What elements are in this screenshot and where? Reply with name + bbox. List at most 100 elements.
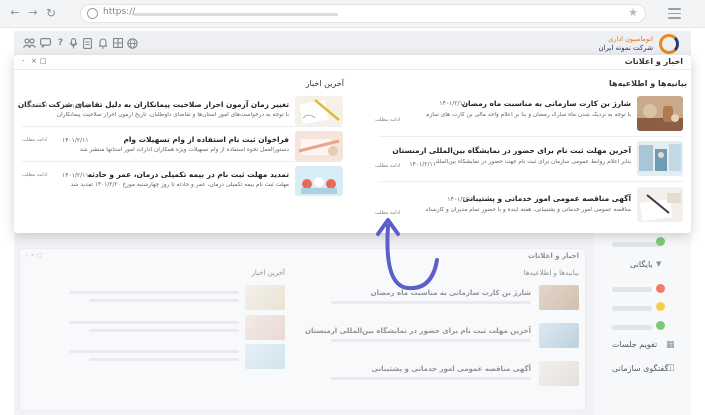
brand-name: شرکت نمونه ایران <box>598 44 653 52</box>
news-date: ۱۴۰۱/۲/۱۱ <box>62 103 89 110</box>
calendar-icon[interactable]: ▦ <box>666 340 675 350</box>
faded-desc-bar <box>69 321 239 324</box>
sidebar-placeholder-bar <box>612 287 652 292</box>
read-more-link[interactable]: ادامه مطلب <box>22 172 47 178</box>
announcement-thumb-3 <box>637 187 683 222</box>
read-more-link[interactable]: ادامه مطلب <box>22 103 47 109</box>
read-more-link[interactable]: ادامه مطلب <box>375 117 400 123</box>
url-prefix: https:// <box>103 7 136 17</box>
news-title[interactable]: فراخوان ثبت نام استفاده از وام تسهیلات و… <box>123 135 289 144</box>
browser-menu-icon[interactable] <box>668 8 681 22</box>
faded-thumb-1 <box>539 285 579 310</box>
company-logo-icon <box>659 34 679 54</box>
app-root: ← → ↻ https:// ★ ? اتوماسیون اداری شرکت … <box>0 0 705 415</box>
news-desc: با توجه به درخواست‌های امور استان‌ها و ت… <box>57 112 289 118</box>
faded-desc-bar <box>89 329 239 332</box>
news-title[interactable]: تغییر زمان آزمون احراز صلاحیت پیمانکاران… <box>18 100 289 109</box>
close-icon[interactable]: × <box>31 57 37 65</box>
faded-panel-title: اخبار و اعلانات <box>528 252 579 260</box>
bookmark-star-icon[interactable]: ★ <box>628 6 638 19</box>
announcement-desc: با توجه به نزدیک شدن ماه مبارک رمضان و ب… <box>426 112 631 118</box>
divider <box>22 161 342 162</box>
users-icon[interactable] <box>22 38 36 49</box>
faded-news-title: آخرین اخبار <box>251 269 285 277</box>
faded-thumb-3 <box>539 361 579 386</box>
background-news-widget: اخبار و اعلانات - × □ بیانیه‌ها و اطلاعی… <box>19 248 586 411</box>
faded-news-thumb-3 <box>245 344 285 369</box>
minimize-icon[interactable]: - <box>22 57 25 65</box>
chevron-down-icon[interactable]: ▼ <box>656 260 661 268</box>
news-desc: دستورالعمل نحوه استفاده از وام تسهیلات و… <box>79 147 289 153</box>
status-dot-green <box>656 321 665 330</box>
announcement-desc: مناقصه عمومی امور خدماتی و پشتیبانی، هفت… <box>426 207 631 213</box>
faded-desc-bar <box>69 291 239 294</box>
faded-desc-bar <box>89 299 239 302</box>
news-title[interactable]: تمدید مهلت ثبت نام در بیمه تکمیلی درمان،… <box>88 170 289 179</box>
back-arrow-icon[interactable]: ← <box>8 6 22 20</box>
announcement-title[interactable]: آخرین مهلت ثبت نام برای حضور در نمایشگاه… <box>392 146 631 155</box>
sidebar-placeholder-bar <box>612 242 662 247</box>
faded-desc-bar <box>331 339 531 342</box>
curved-arrow-icon <box>376 218 439 291</box>
sidebar-placeholder-bar <box>612 306 652 311</box>
status-dot-yellow <box>656 302 665 311</box>
browser-toolbar: ← → ↻ https:// ★ <box>0 0 705 28</box>
faded-news-thumb-2 <box>245 315 285 340</box>
globe-icon <box>87 8 98 19</box>
status-dot-green <box>656 237 665 246</box>
announcement-date: ۱۴۰۱/۲/۱۱ <box>439 100 466 107</box>
news-thumb-3 <box>295 166 343 196</box>
announcement-thumb-1 <box>637 96 683 131</box>
divider <box>378 181 683 182</box>
brand-subtitle: اتوماسیون اداری <box>608 35 653 43</box>
chat-bubble-icon[interactable]: ◫ <box>666 363 675 373</box>
read-more-link[interactable]: ادامه مطلب <box>375 163 400 169</box>
bell-icon[interactable] <box>97 38 108 49</box>
faded-desc-bar <box>331 301 531 304</box>
divider <box>22 126 342 127</box>
announcement-date: ۱۴۰۱/۲/۱۱ <box>409 161 436 168</box>
url-placeholder-bar <box>133 13 338 16</box>
address-bar[interactable]: https:// ★ <box>80 4 646 23</box>
microphone-icon[interactable] <box>68 38 79 49</box>
language-globe-icon[interactable] <box>127 38 138 49</box>
announcement-desc: بنابر اعلام روابط عمومی سازمان برای ثبت … <box>436 159 631 165</box>
reload-icon[interactable]: ↻ <box>44 6 58 20</box>
grid-icon[interactable] <box>112 37 123 49</box>
faded-thumb-2 <box>539 323 579 348</box>
announcement-date: ۱۴۰۱/۲/۱۱ <box>447 196 474 203</box>
news-date: ۱۴۰۱/۲/۱۱ <box>62 172 89 179</box>
faded-window-controls: - × □ <box>26 252 43 259</box>
news-date: ۱۴۰۱/۲/۱۱ <box>62 137 89 144</box>
maximize-icon[interactable]: □ <box>40 57 47 65</box>
announcements-heading: بیانیه‌ها و اطلاعیه‌ها <box>609 79 687 88</box>
faded-desc-bar <box>89 358 239 361</box>
sidebar-item-archive[interactable]: بایگانی <box>630 260 653 269</box>
sidebar-item-chat[interactable]: گفتگوی سازمانی <box>612 364 668 373</box>
announcement-title[interactable]: آگهی مناقصه عمومی امور خدماتی و پشتیبانی <box>463 194 631 203</box>
news-heading: آخرین اخبار <box>305 79 344 88</box>
panel-title: اخبار و اعلانات <box>624 57 683 66</box>
news-thumb-2 <box>295 131 343 161</box>
sidebar-placeholder-bar <box>612 325 652 330</box>
news-announcements-panel: - × □ اخبار و اعلانات بیانیه‌ها و اطلاعی… <box>14 55 691 233</box>
read-more-link[interactable]: ادامه مطلب <box>22 137 47 143</box>
panel-header: - × □ اخبار و اعلانات <box>14 55 691 70</box>
news-thumb-1 <box>295 96 343 126</box>
status-dot-red <box>656 284 665 293</box>
divider <box>378 136 683 137</box>
faded-desc-bar <box>331 377 531 380</box>
chat-icon[interactable] <box>40 38 52 49</box>
forward-arrow-icon[interactable]: → <box>26 6 40 20</box>
sidebar-item-calendar[interactable]: تقویم جلسات <box>612 340 657 349</box>
faded-desc-bar <box>69 350 239 353</box>
help-icon[interactable]: ? <box>55 38 66 49</box>
document-icon[interactable] <box>82 38 93 49</box>
faded-news-thumb-1 <box>245 285 285 310</box>
news-desc: مهلت ثبت نام بیمه تکمیلی درمان، عمر و حا… <box>70 182 289 188</box>
announcement-thumb-2 <box>637 141 683 176</box>
faded-announcements-title: بیانیه‌ها و اطلاعیه‌ها <box>523 269 579 277</box>
faded-item-title-2: آخرین مهلت ثبت نام برای حضور در نمایشگاه… <box>305 327 531 335</box>
faded-item-title-3: آگهی مناقصه عمومی امور خدماتی و پشتیبانی <box>371 365 531 373</box>
announcement-title[interactable]: شارژ بن کارت سازمانی به مناسبت ماه رمضان <box>462 99 631 108</box>
